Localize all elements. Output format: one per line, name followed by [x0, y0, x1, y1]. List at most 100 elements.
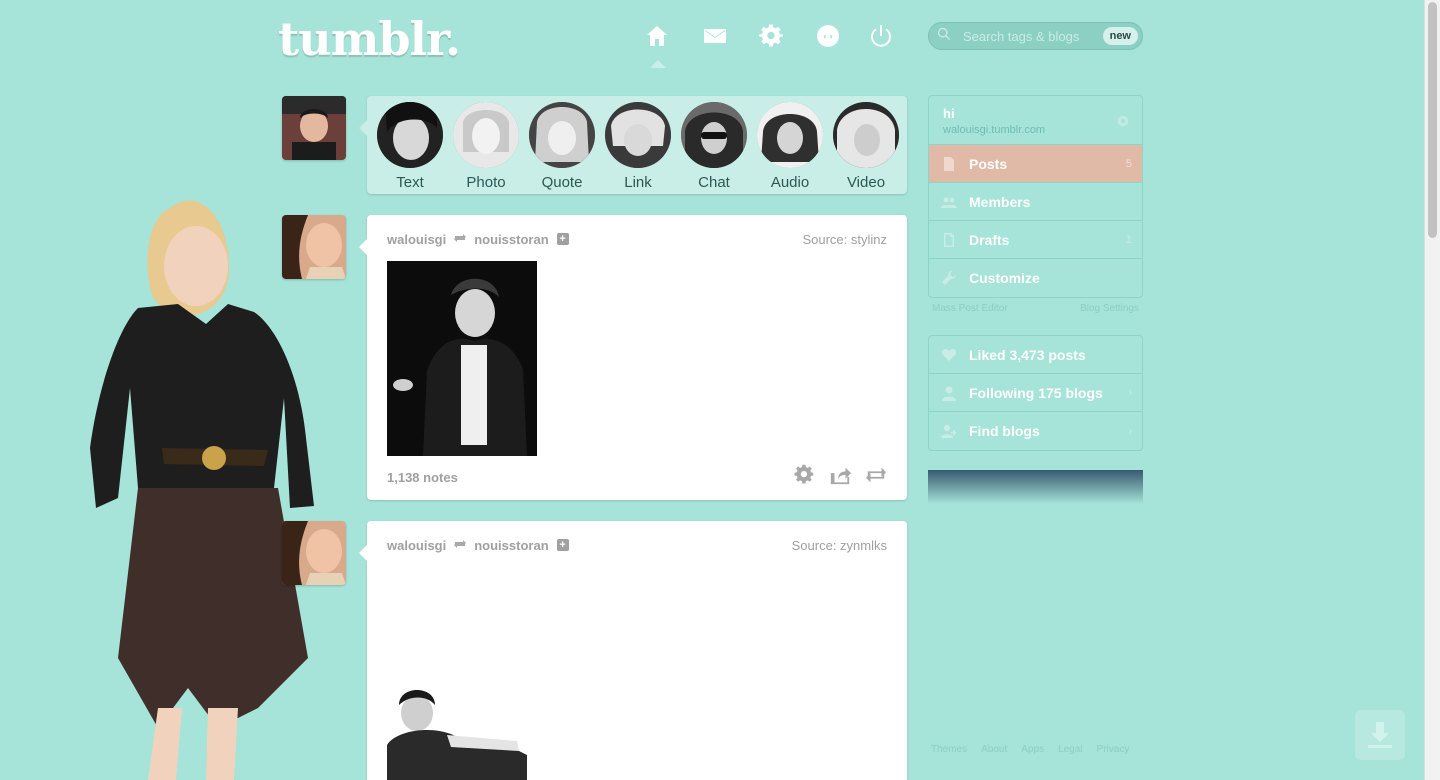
sidebar-item-find-blogs[interactable]: Find blogs › [929, 412, 1142, 450]
post-header: walouisgi nouisstoran + Source: stylinz [387, 231, 887, 247]
dashboard-post: walouisgi nouisstoran + Source: stylinz … [359, 215, 907, 500]
account-menu: Liked 3,473 posts Following 175 blogs › … [928, 335, 1143, 451]
sidebar-item-label: Drafts [969, 231, 1010, 248]
power-icon[interactable] [867, 22, 895, 50]
footer-link-themes[interactable]: Themes [931, 744, 967, 755]
heart-icon [941, 347, 957, 363]
sidebar-item-likes[interactable]: Liked 3,473 posts [929, 336, 1142, 374]
new-link-post-button[interactable]: Link [603, 102, 673, 191]
person-icon [941, 385, 957, 401]
sidebar-item-drafts[interactable]: Drafts 1 [929, 221, 1142, 259]
post-author-link[interactable]: walouisgi [387, 232, 446, 247]
activity-icon[interactable]: ◐◑ [814, 22, 842, 50]
reblog-icon[interactable] [865, 464, 887, 491]
dashboard-post: walouisgi nouisstoran + Source: zynmlks [359, 521, 907, 780]
new-audio-post-button[interactable]: Audio [755, 102, 825, 191]
home-icon[interactable] [643, 22, 671, 50]
post-photo[interactable] [387, 685, 537, 780]
sidebar-item-label: Following 175 blogs [969, 384, 1103, 401]
members-icon [941, 194, 957, 210]
nav-active-caret [650, 60, 666, 68]
text-post-icon [377, 102, 443, 168]
blog-header[interactable]: hi walouisgi.tumblr.com [929, 96, 1142, 145]
footer-link-about[interactable]: About [981, 744, 1007, 755]
sidebar-item-label: Members [969, 193, 1031, 210]
post-header: walouisgi nouisstoran + Source: zynmlks [387, 537, 887, 553]
svg-text:◐◑: ◐◑ [823, 32, 833, 41]
new-chat-post-button[interactable]: Chat [679, 102, 749, 191]
radar-widget[interactable] [928, 470, 1143, 504]
mass-post-editor-link[interactable]: Mass Post Editor [932, 303, 1008, 314]
post-source-link[interactable]: Source: stylinz [802, 232, 887, 247]
blog-url[interactable]: walouisgi.tumblr.com [943, 124, 1128, 136]
user-avatar[interactable] [282, 96, 346, 160]
search-input[interactable] [963, 28, 1103, 44]
follow-plus-icon[interactable]: + [556, 233, 569, 245]
post-footer: 1,138 notes [387, 464, 887, 491]
new-photo-post-button[interactable]: Photo [451, 102, 521, 191]
search-bar[interactable]: new [928, 22, 1143, 50]
new-quote-post-button[interactable]: Quote [527, 102, 597, 191]
posts-count: 5 [1125, 157, 1132, 170]
sidebar-item-members[interactable]: Members [929, 183, 1142, 221]
notes-count-link[interactable]: 1,138 notes [387, 470, 458, 485]
sidebar-item-following[interactable]: Following 175 blogs › [929, 374, 1142, 412]
post-type-label: Photo [466, 174, 506, 191]
drafts-icon [941, 232, 957, 248]
post-author-avatar[interactable] [282, 215, 346, 279]
drafts-count: 1 [1125, 233, 1132, 246]
post-type-label: Video [846, 174, 886, 191]
share-icon[interactable] [829, 464, 851, 491]
post-photo[interactable] [387, 261, 537, 461]
post-type-label: Quote [541, 174, 583, 191]
footer-link-apps[interactable]: Apps [1021, 744, 1044, 755]
sidebar-item-posts[interactable]: Posts 5 [929, 145, 1142, 183]
reblog-arrow-icon [453, 232, 467, 247]
post-type-label: Audio [770, 174, 810, 191]
download-icon[interactable] [1355, 710, 1405, 760]
footer-links: Themes About Apps Legal Privacy [931, 744, 1129, 755]
video-post-icon [833, 102, 899, 168]
scrollbar[interactable] [1424, 0, 1440, 780]
envelope-icon[interactable] [701, 22, 729, 50]
link-post-icon [605, 102, 671, 168]
blog-settings-gear-icon[interactable] [1116, 114, 1130, 133]
reblog-arrow-icon [453, 538, 467, 553]
post-type-label: Link [624, 174, 652, 191]
post-source-link[interactable]: Source: zynmlks [792, 538, 887, 553]
blog-title[interactable]: hi [943, 106, 1128, 121]
footer-link-legal[interactable]: Legal [1058, 744, 1082, 755]
wrench-icon [941, 270, 957, 286]
photo-post-icon [453, 102, 519, 168]
reblogged-from-link[interactable]: nouisstoran [474, 538, 548, 553]
new-post-bar: Text Photo Quote Link Chat Audio Video [359, 96, 907, 194]
sidebar-item-customize[interactable]: Customize [929, 259, 1142, 297]
quote-post-icon [529, 102, 595, 168]
follow-plus-icon[interactable]: + [556, 539, 569, 551]
blog-secondary-links: Mass Post Editor Blog Settings [932, 303, 1139, 314]
post-settings-gear-icon[interactable] [793, 464, 815, 491]
search-icon [937, 27, 951, 46]
post-type-label: Text [396, 174, 424, 191]
tumblr-logo[interactable]: tumblr. [278, 12, 461, 66]
new-text-post-button[interactable]: Text [375, 102, 445, 191]
blog-menu: hi walouisgi.tumblr.com Posts 5 Members … [928, 95, 1143, 298]
chat-post-icon [681, 102, 747, 168]
sidebar-item-label: Liked 3,473 posts [969, 346, 1086, 363]
scrollbar-thumb[interactable] [1428, 2, 1437, 238]
reblogged-from-link[interactable]: nouisstoran [474, 232, 548, 247]
sidebar-item-label: Posts [969, 155, 1008, 172]
document-icon [941, 156, 957, 172]
blog-settings-link[interactable]: Blog Settings [1080, 303, 1139, 314]
post-author-avatar[interactable] [282, 521, 346, 585]
gear-icon[interactable] [757, 22, 785, 50]
chevron-right-icon: › [1128, 387, 1132, 398]
post-author-link[interactable]: walouisgi [387, 538, 446, 553]
sidebar-item-label: Find blogs [969, 423, 1040, 439]
new-badge: new [1102, 27, 1138, 45]
post-type-label: Chat [698, 174, 730, 191]
new-video-post-button[interactable]: Video [831, 102, 901, 191]
sidebar-item-label: Customize [969, 270, 1040, 286]
footer-link-privacy[interactable]: Privacy [1097, 744, 1130, 755]
audio-post-icon [757, 102, 823, 168]
